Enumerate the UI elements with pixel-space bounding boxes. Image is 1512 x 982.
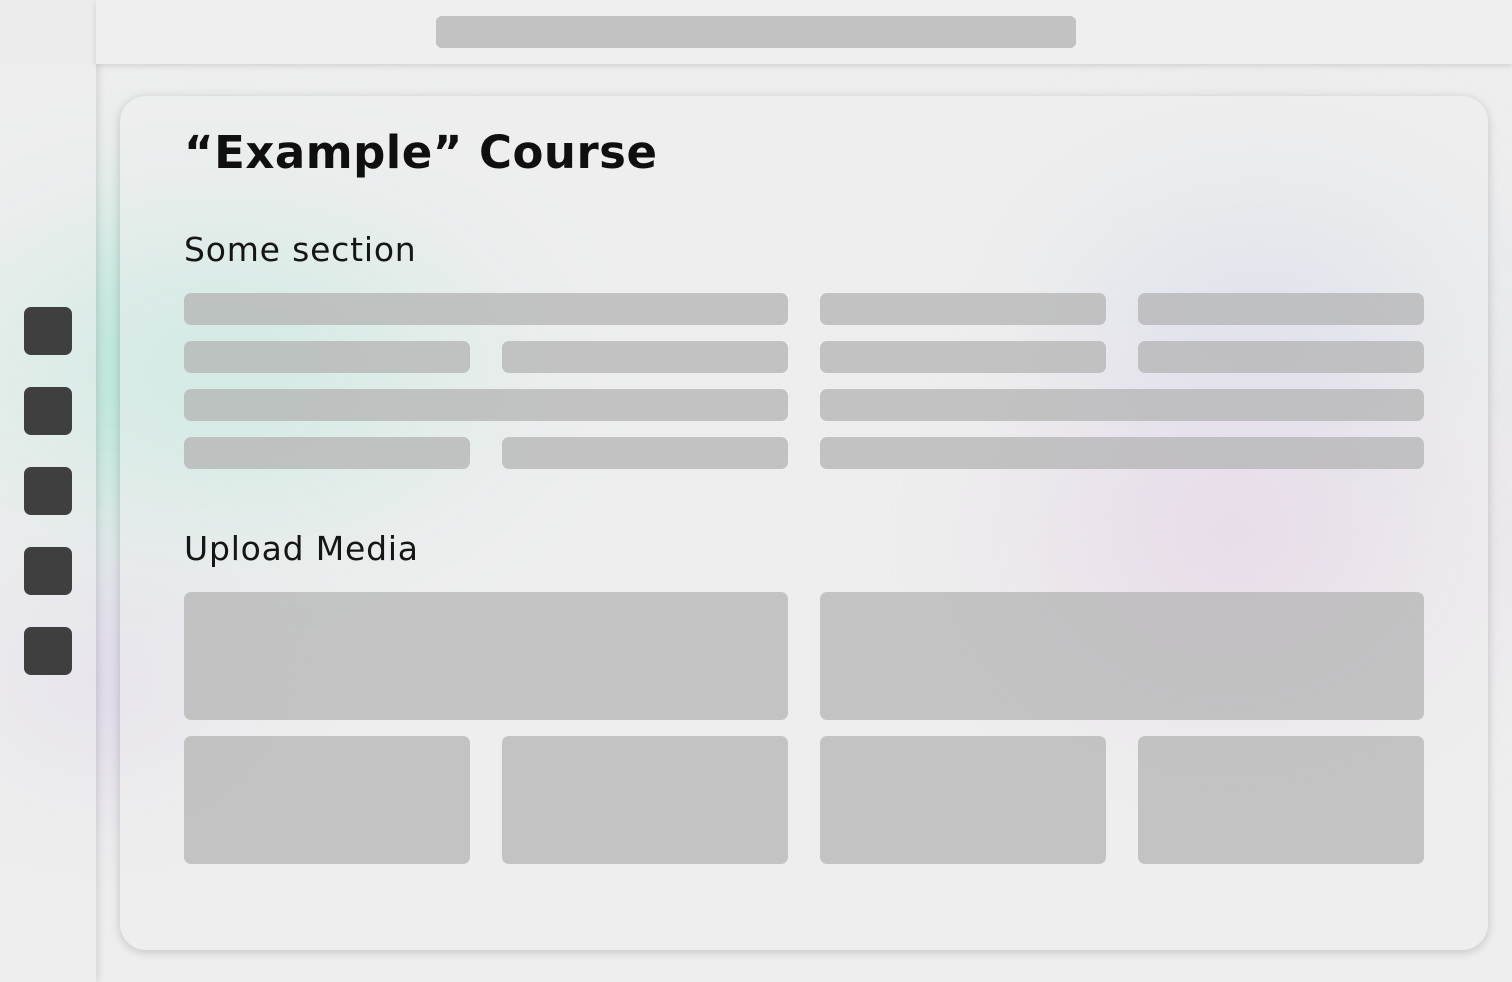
section-title-some-section: Some section: [184, 230, 417, 269]
field-placeholder-5[interactable]: [502, 341, 788, 373]
sidebar-nav-button-4[interactable]: [24, 547, 72, 595]
sidebar-nav-button-1[interactable]: [24, 307, 72, 355]
top-bar: [96, 0, 1512, 64]
search-bar-placeholder[interactable]: [436, 16, 1076, 48]
sidebar-nav-button-5[interactable]: [24, 627, 72, 675]
section-title-upload-media: Upload Media: [184, 529, 419, 568]
field-placeholder-4[interactable]: [184, 341, 470, 373]
sidebar-nav-button-3[interactable]: [24, 467, 72, 515]
media-upload-slot-4[interactable]: [502, 736, 788, 864]
media-upload-slot-3[interactable]: [184, 736, 470, 864]
field-placeholder-9[interactable]: [820, 389, 1424, 421]
app-window: “Example” Course Some section Upload Med…: [0, 0, 1512, 982]
media-upload-slot-1[interactable]: [184, 592, 788, 720]
media-upload-slot-2[interactable]: [820, 592, 1424, 720]
sidebar-nav-button-2[interactable]: [24, 387, 72, 435]
field-placeholder-3[interactable]: [1138, 293, 1424, 325]
sidebar-header: [0, 0, 96, 64]
sidebar: [0, 0, 96, 982]
media-upload-slot-6[interactable]: [1138, 736, 1424, 864]
field-placeholder-11[interactable]: [502, 437, 788, 469]
field-placeholder-10[interactable]: [184, 437, 470, 469]
field-placeholder-7[interactable]: [1138, 341, 1424, 373]
field-placeholder-2[interactable]: [820, 293, 1106, 325]
course-card: “Example” Course Some section Upload Med…: [120, 96, 1488, 950]
field-placeholder-6[interactable]: [820, 341, 1106, 373]
field-placeholder-1[interactable]: [184, 293, 788, 325]
page-title: “Example” Course: [184, 126, 658, 179]
field-placeholder-12[interactable]: [820, 437, 1424, 469]
field-placeholder-8[interactable]: [184, 389, 788, 421]
media-upload-slot-5[interactable]: [820, 736, 1106, 864]
